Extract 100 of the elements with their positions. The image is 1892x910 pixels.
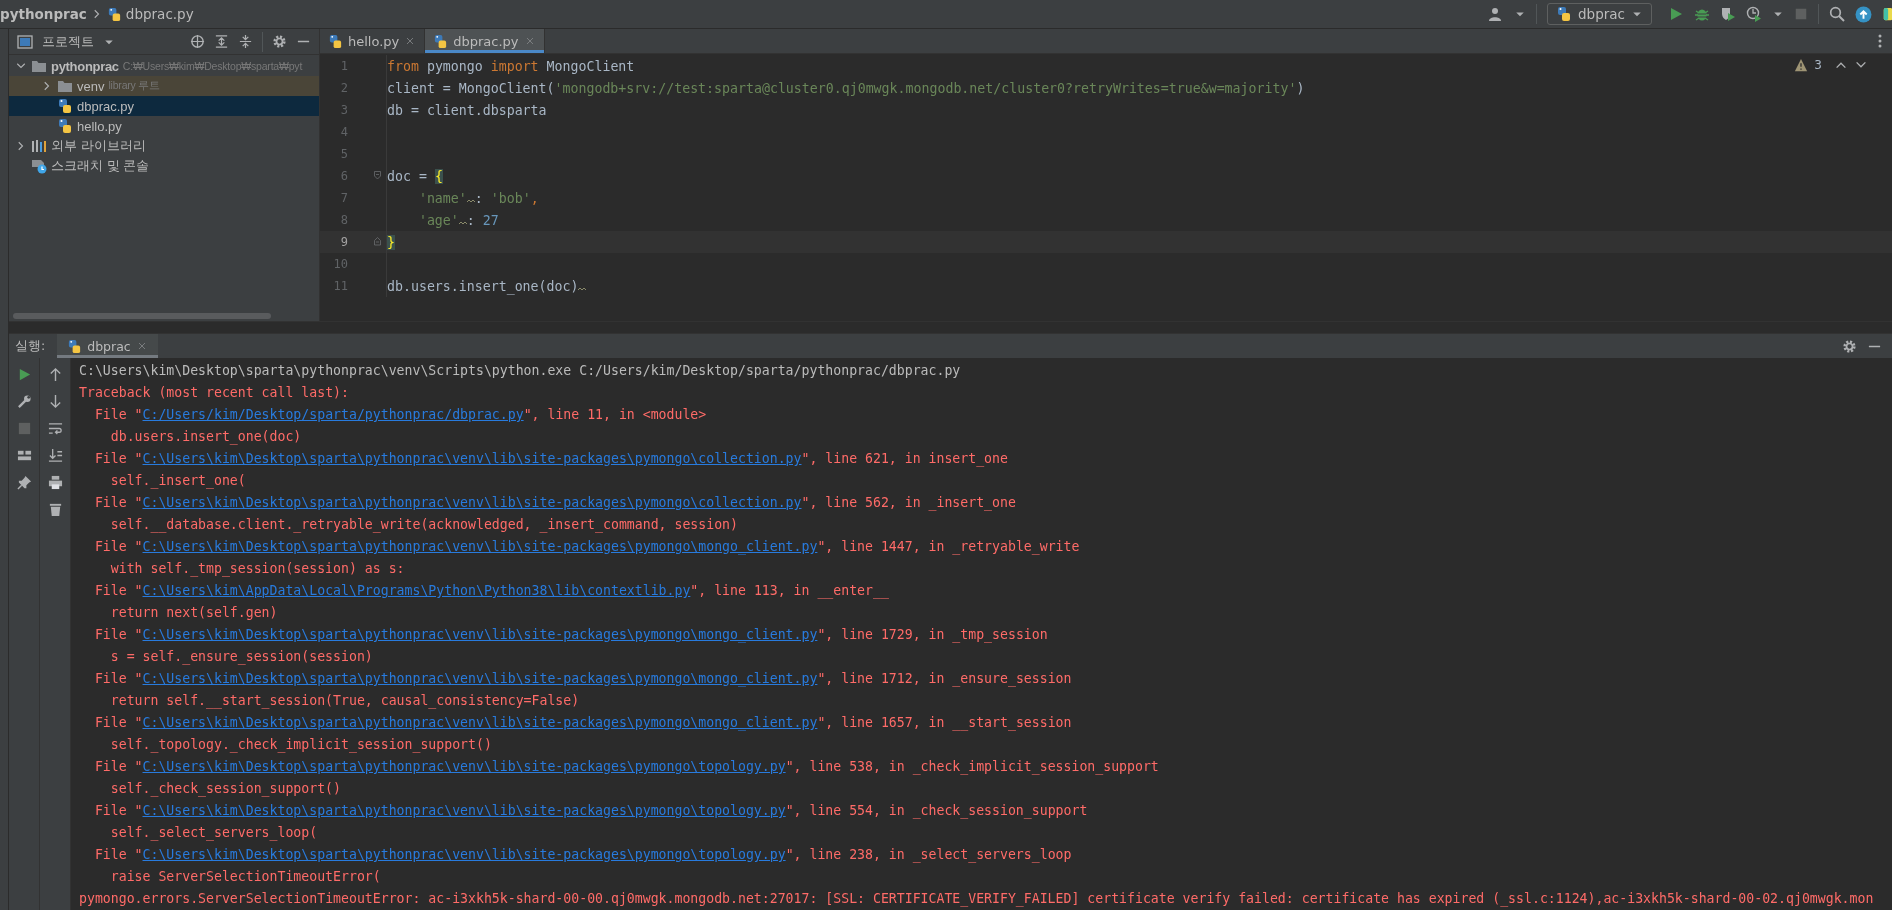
tree-item[interactable]: dbprac.py [9,96,319,116]
line-number: 8 [339,213,348,227]
line-number: 6 [339,169,348,183]
run-configuration-dropdown[interactable]: dbprac [1547,3,1652,25]
pin-icon[interactable] [16,475,32,490]
code-line: db.users.insert_one(doc) [387,278,587,294]
profile-icon[interactable] [1746,6,1762,22]
file-link[interactable]: C:\Users\kim\Desktop\sparta\pythonprac\venv\lib\site-packages\pymongo\collection.py [142,495,802,510]
file-link[interactable]: C:\Users\kim\Desktop\sparta\pythonprac\venv\lib\site-packages\pymongo\mongo_client.py [142,539,818,554]
console-line: s = self._ensure_session(session) [109,648,373,667]
line-number: 1 [339,59,348,73]
python-file-icon [67,338,83,354]
line-number: 9 [339,235,348,249]
locate-icon[interactable] [190,34,205,49]
code-line: 'name' : 'bob', [417,190,539,206]
panel-icon [17,33,33,50]
library-icon [31,138,47,154]
console-line: File "C:\Users\kim\Desktop\sparta\pythonprac\venv\lib\site-packages\pymongo\topology.py", line 238, in _select_servers_loop [93,846,1072,865]
settings-icon[interactable] [1842,338,1857,354]
console-line: File "C:\Users\kim\Desktop\sparta\pythonprac\venv\lib\site-packages\pymongo\mongo_client.py", line 1447, in _retryable_write [93,538,1080,557]
line-number: 10 [332,257,348,271]
console-line: File "C:\Users\kim\Desktop\sparta\pythonprac\venv\lib\site-packages\pymongo\mongo_client.py", line 1657, in __start_session [93,714,1072,733]
editor-tab[interactable]: dbprac.py [425,29,545,53]
file-link[interactable]: C:\Users\kim\Desktop\sparta\pythonprac\venv\lib\site-packages\pymongo\topology.py [142,759,786,774]
line-number: 3 [339,103,348,117]
console-line: self._topology._check_implicit_session_support() [109,736,492,755]
line-number: 4 [339,125,348,139]
settings-icon[interactable] [272,34,287,49]
run-icon[interactable] [1668,6,1684,22]
file-link[interactable]: C:/Users/kim/Desktop/sparta/pythonprac/dbprac.py [142,407,524,422]
file-link[interactable]: C:\Users\kim\Desktop\sparta\pythonprac\venv\lib\site-packages\pymongo\mongo_client.py [142,715,818,730]
tree-item[interactable]: hello.py [9,116,319,136]
update-icon[interactable] [1855,5,1872,23]
line-number: 7 [339,191,348,205]
folder-icon [31,58,47,74]
wrench-icon[interactable] [16,394,32,409]
line-number: 11 [332,279,348,293]
warning-icon[interactable] [1794,58,1809,72]
line-number: 5 [339,147,348,161]
scrollbar[interactable] [13,313,271,319]
console-line: File "C:\Users\kim\Desktop\sparta\pythonprac\venv\lib\site-packages\pymongo\mongo_client.py", line 1712, in _ensure_session [93,670,1072,689]
tree-item[interactable]: pythonprac C:₩Users₩kim₩Desktop₩sparta₩pyt [9,56,319,76]
breadcrumb-item[interactable]: dbprac.py [125,6,194,22]
file-link[interactable]: C:\Users\kim\Desktop\sparta\pythonprac\venv\lib\site-packages\pymongo\mongo_client.py [142,671,818,686]
tree-item[interactable]: venv library 루트 [9,76,319,96]
layout-icon[interactable] [16,448,32,463]
console-line: raise ServerSelectionTimeoutError( [109,868,381,886]
console-line: self._insert_one( [109,472,246,491]
expand-all-icon[interactable] [214,34,229,49]
error-line: pymongo.errors.ServerSelectionTimeoutError: ac-i3xkh5k-shard-00-00.qj0mwgk.mongodb.net:27017: [SSL: CERTIFICATE_VERIFY_FAILED] certificate verify failed: certificate has expired (_ssl.c:1124),ac-i3xkh5k-shard-00-02.qj0mwgk.mon [79,890,1874,909]
panel-title[interactable]: 프로젝트 [42,32,94,51]
file-link[interactable]: C:\Users\kim\Desktop\sparta\pythonprac\venv\lib\site-packages\pymongo\mongo_client.py [142,627,818,642]
console-line: db.users.insert_one(doc) [109,428,302,447]
file-link[interactable]: C:\Users\kim\Desktop\sparta\pythonprac\venv\lib\site-packages\pymongo\collection.py [142,451,802,466]
warning-count[interactable]: 3 [1814,58,1822,72]
file-link[interactable]: C:\Users\kim\Desktop\sparta\pythonprac\venv\lib\site-packages\pymongo\topology.py [142,847,786,862]
console-line: return self.__start_session(True, causal_consistency=False) [109,692,580,711]
tree-item[interactable]: 스크래치 및 콘솔 [9,156,319,176]
file-link[interactable]: C:\Users\kim\AppData\Local\Programs\Python\Python38\lib\contextlib.py [142,583,691,598]
tree-item[interactable]: 외부 라이브러리 [9,136,319,156]
console-line: File "C:\Users\kim\Desktop\sparta\pythonprac\venv\lib\site-packages\pymongo\collection.py", line 621, in insert_one [93,450,1008,469]
console-line: File "C:\Users\kim\Desktop\sparta\pythonprac\venv\lib\site-packages\pymongo\topology.py", line 554, in _check_session_support [93,802,1088,821]
console-line: with self._tmp_session(session) as s: [109,560,405,579]
search-icon[interactable] [1829,6,1845,22]
palette-icon[interactable] [1882,7,1892,21]
folder-icon [57,78,73,94]
python-file-icon [433,33,449,49]
console-line: self._check_session_support() [109,780,341,799]
run-tab[interactable]: dbprac [57,334,158,358]
file-link[interactable]: C:\Users\kim\Desktop\sparta\pythonprac\venv\lib\site-packages\pymongo\topology.py [142,803,786,818]
console-line: File "C:/Users/kim/Desktop/sparta/pythonprac/dbprac.py", line 11, in <module> [93,406,707,424]
coverage-icon[interactable] [1720,6,1736,22]
console-line: File "C:\Users\kim\AppData\Local\Programs\Python\Python38\lib\contextlib.py", line 113, in __enter__ [93,582,889,601]
console-line: self._select_servers_loop( [109,824,318,843]
code-line: client = MongoClient('mongodb+srv://test:sparta@cluster0.qj0mwgk.mongodb.net/cluster0?retryWrites=true&w=majority') [387,80,1305,96]
breadcrumb-item[interactable]: pythonprac [0,6,87,22]
scratch-icon [31,158,47,174]
code-line: db = client.dbsparta [387,102,547,118]
console-line: File "C:\Users\kim\Desktop\sparta\pythonprac\venv\lib\site-packages\pymongo\topology.py", line 538, in _check_implicit_session_support [93,758,1159,777]
console-line: return next(self.gen) [109,604,278,622]
scroll-to-end-icon[interactable] [47,448,63,463]
python-file-icon [57,118,73,134]
collapse-all-icon[interactable] [238,34,253,49]
code-line: doc = { [387,168,443,184]
code-line: 'age' : 27 [417,212,499,228]
soft-wrap-icon[interactable] [47,421,63,436]
print-icon[interactable] [47,475,63,490]
console-line: self.__database.client._retryable_write(acknowledged, _insert_command, session) [109,516,738,535]
error-line: Traceback (most recent call last): [79,384,349,402]
python-file-icon [57,98,73,114]
console-line: File "C:\Users\kim\Desktop\sparta\pythonprac\venv\lib\site-packages\pymongo\mongo_client.py", line 1729, in _tmp_session [93,626,1048,645]
trash-icon[interactable] [47,502,63,517]
python-file-icon [328,33,343,49]
console-line: File "C:\Users\kim\Desktop\sparta\pythonprac\venv\lib\site-packages\pymongo\collection.py", line 562, in _insert_one [93,494,1016,513]
python-file-icon [1556,6,1573,22]
code-line: from pymongo import MongoClient [387,58,635,74]
panel-title: 실행: [15,337,46,355]
python-file-icon [106,6,122,22]
console-line: C:\Users\kim\Desktop\sparta\pythonprac\venv\Scripts\python.exe C:/Users/kim/Desktop/sparta/pythonprac/dbprac.py [79,362,961,380]
line-number: 2 [339,81,348,95]
